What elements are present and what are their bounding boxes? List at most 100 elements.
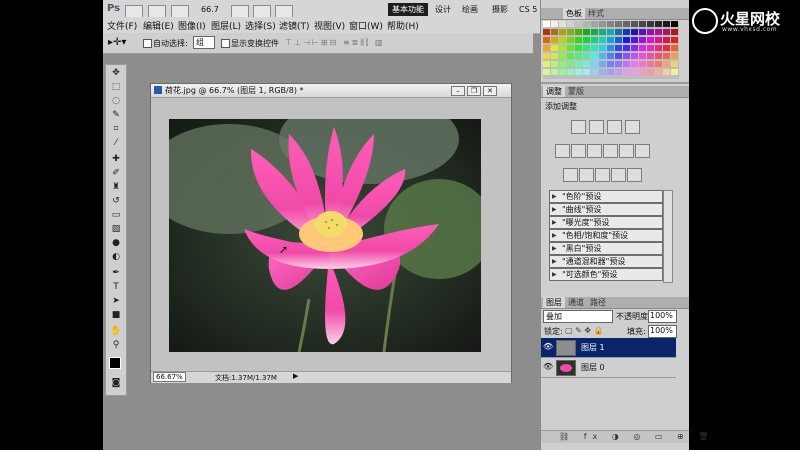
swatch[interactable] [647, 69, 654, 75]
menu-edit[interactable]: 编辑(E) [143, 19, 174, 32]
menu-file[interactable]: 文件(F) [107, 19, 137, 32]
swatch[interactable] [599, 69, 606, 75]
menu-image[interactable]: 图像(I) [178, 19, 206, 32]
swatch[interactable] [655, 69, 662, 75]
lotus-photo[interactable] [169, 119, 481, 352]
swatch[interactable] [583, 69, 590, 75]
history-brush-icon[interactable]: ↺ [109, 195, 123, 207]
vibrance-icon[interactable] [555, 144, 570, 158]
swatch[interactable] [591, 61, 598, 67]
swatch[interactable] [615, 21, 622, 27]
swatch[interactable] [639, 45, 646, 51]
brightness-icon[interactable] [571, 120, 586, 134]
swatch[interactable] [631, 21, 638, 27]
swatch[interactable] [543, 37, 550, 43]
swatch[interactable] [543, 69, 550, 75]
swatch[interactable] [551, 61, 558, 67]
swatch[interactable] [663, 21, 670, 27]
swatch[interactable] [591, 53, 598, 59]
swatch[interactable] [671, 37, 678, 43]
layer-row-0[interactable]: 👁 图层 0 [541, 358, 676, 378]
workspace-design[interactable]: 设计 [431, 3, 455, 16]
swatch[interactable] [639, 29, 646, 35]
swatches-grid[interactable] [543, 21, 679, 79]
swatch[interactable] [655, 53, 662, 59]
fill-field[interactable]: 100% [648, 325, 677, 338]
dodge-icon[interactable]: ◐ [109, 251, 123, 263]
swatch[interactable] [623, 21, 630, 27]
swatch[interactable] [559, 29, 566, 35]
stamp-icon[interactable]: ♜ [109, 181, 123, 193]
swatch[interactable] [591, 45, 598, 51]
selective-color-icon[interactable] [627, 168, 642, 182]
exposure-icon[interactable] [625, 120, 640, 134]
blend-mode-select[interactable]: 叠加 [543, 310, 613, 323]
swatch[interactable] [567, 69, 574, 75]
tab-masks[interactable]: 蒙版 [565, 86, 587, 97]
swatch[interactable] [607, 69, 614, 75]
lock-icons[interactable]: ▢ ✎ ✥ 🔒 [565, 326, 604, 335]
swatch[interactable] [639, 21, 646, 27]
swatch[interactable] [639, 69, 646, 75]
swatch[interactable] [655, 21, 662, 27]
swatch[interactable] [655, 37, 662, 43]
zoom-select[interactable]: 66.7 [201, 5, 219, 14]
move-icon[interactable]: ✥ [109, 67, 123, 79]
type-icon[interactable]: T [109, 281, 123, 293]
swatch[interactable] [599, 61, 606, 67]
swatch[interactable] [671, 61, 678, 67]
swatch[interactable] [559, 21, 566, 27]
swatch[interactable] [615, 69, 622, 75]
preset-exposure[interactable]: "曝光度"预设 [549, 216, 663, 229]
pen-icon[interactable]: ✒ [109, 267, 123, 279]
swatch[interactable] [575, 37, 582, 43]
swatch[interactable] [623, 69, 630, 75]
swatch[interactable] [591, 21, 598, 27]
swatch[interactable] [663, 37, 670, 43]
swatch[interactable] [623, 61, 630, 67]
gradient-map-icon[interactable] [611, 168, 626, 182]
swatch[interactable] [607, 61, 614, 67]
swatch[interactable] [567, 29, 574, 35]
swatch[interactable] [647, 37, 654, 43]
menu-window[interactable]: 窗口(W) [349, 19, 383, 32]
swatch[interactable] [567, 61, 574, 67]
brush-icon[interactable]: ✐ [109, 167, 123, 179]
curves-icon[interactable] [607, 120, 622, 134]
swatch[interactable] [647, 61, 654, 67]
show-transform-checkbox[interactable] [221, 39, 230, 48]
swatch[interactable] [615, 53, 622, 59]
color-balance-icon[interactable] [587, 144, 602, 158]
levels-icon[interactable] [589, 120, 604, 134]
swatch[interactable] [655, 61, 662, 67]
threshold-icon[interactable] [595, 168, 610, 182]
swatch[interactable] [543, 61, 550, 67]
swatch[interactable] [599, 45, 606, 51]
swatch[interactable] [671, 53, 678, 59]
swatch[interactable] [671, 21, 678, 27]
swatch[interactable] [559, 53, 566, 59]
swatch[interactable] [607, 21, 614, 27]
preset-curves[interactable]: "曲线"预设 [549, 203, 663, 216]
preset-black-white[interactable]: "黑白"预设 [549, 242, 663, 255]
swatch[interactable] [559, 45, 566, 51]
swatch[interactable] [575, 69, 582, 75]
tab-channels[interactable]: 通道 [565, 297, 587, 308]
healing-icon[interactable]: ✚ [109, 153, 123, 165]
swatch[interactable] [631, 61, 638, 67]
swatch[interactable] [575, 53, 582, 59]
swatch[interactable] [607, 37, 614, 43]
swatch[interactable] [583, 21, 590, 27]
swatch[interactable] [591, 29, 598, 35]
blur-icon[interactable]: ● [109, 237, 123, 249]
tab-adjustments[interactable]: 调整 [543, 86, 565, 97]
swatch[interactable] [567, 45, 574, 51]
menu-view[interactable]: 视图(V) [314, 19, 345, 32]
swatch[interactable] [663, 45, 670, 51]
swatch[interactable] [607, 29, 614, 35]
swatch[interactable] [575, 61, 582, 67]
hue-saturation-icon[interactable] [571, 144, 586, 158]
menu-select[interactable]: 选择(S) [245, 19, 276, 32]
swatch[interactable] [551, 69, 558, 75]
tab-paths[interactable]: 路径 [587, 297, 609, 308]
